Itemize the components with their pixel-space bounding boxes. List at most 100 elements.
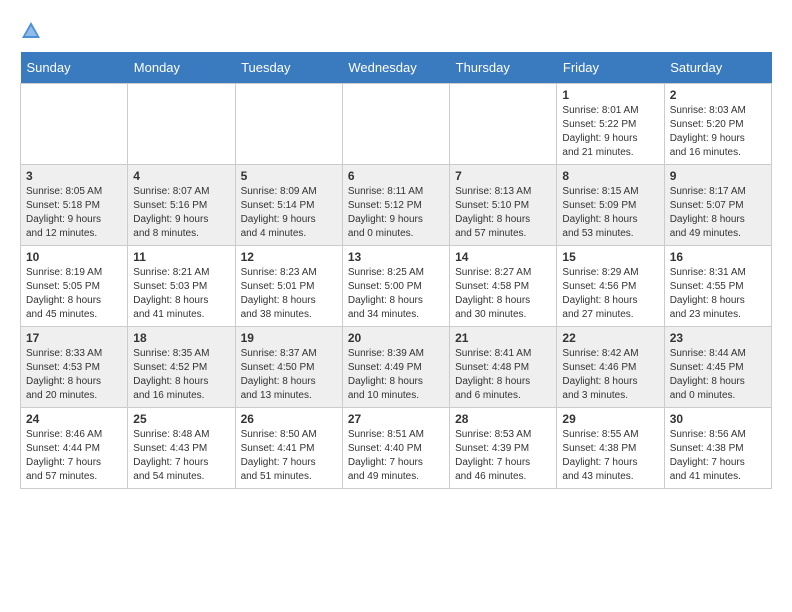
calendar-cell: 30 Sunrise: 8:56 AM Sunset: 4:38 PM Dayli… (664, 408, 771, 489)
weekday-header: Thursday (450, 52, 557, 84)
calendar-cell: 5 Sunrise: 8:09 AM Sunset: 5:14 PM Daylig… (235, 165, 342, 246)
logo-icon (20, 20, 42, 42)
calendar-cell: 22 Sunrise: 8:42 AM Sunset: 4:46 PM Dayli… (557, 327, 664, 408)
weekday-header: Wednesday (342, 52, 449, 84)
day-number: 21 (455, 331, 551, 345)
day-info: Sunrise: 8:07 AM Sunset: 5:16 PM Dayligh… (133, 185, 229, 241)
calendar-cell: 9 Sunrise: 8:17 AM Sunset: 5:07 PM Daylig… (664, 165, 771, 246)
calendar-cell: 4Sunrise: 8:07 AM Sunset: 5:16 PM Daylig… (128, 165, 235, 246)
day-number: 11 (133, 250, 229, 264)
calendar-cell: 1 Sunrise: 8:01 AM Sunset: 5:22 PM Daylig… (557, 84, 664, 165)
calendar-week-row: 10 Sunrise: 8:19 AM Sunset: 5:05 PM Dayli… (21, 246, 772, 327)
day-info: Sunrise: 8:50 AM Sunset: 4:41 PM Dayligh… (241, 428, 337, 484)
weekday-header: Tuesday (235, 52, 342, 84)
calendar-cell: 23 Sunrise: 8:44 AM Sunset: 4:45 PM Dayli… (664, 327, 771, 408)
day-number: 7 (455, 169, 551, 183)
day-number: 28 (455, 412, 551, 426)
day-info: Sunrise: 8:05 AM Sunset: 5:18 PM Dayligh… (26, 185, 122, 241)
day-info: Sunrise: 8:46 AM Sunset: 4:44 PM Dayligh… (26, 428, 122, 484)
day-number: 30 (670, 412, 766, 426)
day-info: Sunrise: 8:55 AM Sunset: 4:38 PM Dayligh… (562, 428, 658, 484)
day-info: Sunrise: 8:09 AM Sunset: 5:14 PM Dayligh… (241, 185, 337, 241)
calendar-cell: 19Sunrise: 8:37 AM Sunset: 4:50 PM Dayli… (235, 327, 342, 408)
calendar-cell: 20 Sunrise: 8:39 AM Sunset: 4:49 PM Dayli… (342, 327, 449, 408)
day-info: Sunrise: 8:19 AM Sunset: 5:05 PM Dayligh… (26, 266, 122, 322)
day-number: 27 (348, 412, 444, 426)
day-number: 3 (26, 169, 122, 183)
day-info: Sunrise: 8:42 AM Sunset: 4:46 PM Dayligh… (562, 347, 658, 403)
day-number: 10 (26, 250, 122, 264)
calendar-cell: 2 Sunrise: 8:03 AM Sunset: 5:20 PM Daylig… (664, 84, 771, 165)
calendar-cell: 11 Sunrise: 8:21 AM Sunset: 5:03 PM Dayli… (128, 246, 235, 327)
day-info: Sunrise: 8:17 AM Sunset: 5:07 PM Dayligh… (670, 185, 766, 241)
calendar-week-row: 1 Sunrise: 8:01 AM Sunset: 5:22 PM Daylig… (21, 84, 772, 165)
calendar-cell: 17Sunrise: 8:33 AM Sunset: 4:53 PM Dayli… (21, 327, 128, 408)
calendar-cell: 29Sunrise: 8:55 AM Sunset: 4:38 PM Dayli… (557, 408, 664, 489)
day-number: 1 (562, 88, 658, 102)
calendar-cell (21, 84, 128, 165)
calendar-cell: 3 Sunrise: 8:05 AM Sunset: 5:18 PM Daylig… (21, 165, 128, 246)
day-info: Sunrise: 8:51 AM Sunset: 4:40 PM Dayligh… (348, 428, 444, 484)
day-info: Sunrise: 8:01 AM Sunset: 5:22 PM Dayligh… (562, 104, 658, 160)
day-number: 16 (670, 250, 766, 264)
calendar-cell (450, 84, 557, 165)
day-number: 20 (348, 331, 444, 345)
weekday-header: Friday (557, 52, 664, 84)
day-number: 18 (133, 331, 229, 345)
page-header (20, 20, 772, 42)
calendar-cell: 8Sunrise: 8:15 AM Sunset: 5:09 PM Daylig… (557, 165, 664, 246)
day-number: 5 (241, 169, 337, 183)
calendar-cell: 13 Sunrise: 8:25 AM Sunset: 5:00 PM Dayli… (342, 246, 449, 327)
day-info: Sunrise: 8:27 AM Sunset: 4:58 PM Dayligh… (455, 266, 551, 322)
weekday-header: Saturday (664, 52, 771, 84)
day-number: 9 (670, 169, 766, 183)
day-info: Sunrise: 8:25 AM Sunset: 5:00 PM Dayligh… (348, 266, 444, 322)
calendar-cell (342, 84, 449, 165)
day-info: Sunrise: 8:11 AM Sunset: 5:12 PM Dayligh… (348, 185, 444, 241)
weekday-header: Monday (128, 52, 235, 84)
day-number: 23 (670, 331, 766, 345)
calendar-cell: 26 Sunrise: 8:50 AM Sunset: 4:41 PM Dayli… (235, 408, 342, 489)
calendar-cell: 12Sunrise: 8:23 AM Sunset: 5:01 PM Dayli… (235, 246, 342, 327)
calendar-cell: 7 Sunrise: 8:13 AM Sunset: 5:10 PM Daylig… (450, 165, 557, 246)
calendar-cell (235, 84, 342, 165)
day-number: 25 (133, 412, 229, 426)
calendar-cell: 21 Sunrise: 8:41 AM Sunset: 4:48 PM Dayli… (450, 327, 557, 408)
day-number: 12 (241, 250, 337, 264)
day-number: 2 (670, 88, 766, 102)
day-info: Sunrise: 8:44 AM Sunset: 4:45 PM Dayligh… (670, 347, 766, 403)
day-number: 26 (241, 412, 337, 426)
day-number: 24 (26, 412, 122, 426)
calendar-cell: 24 Sunrise: 8:46 AM Sunset: 4:44 PM Dayli… (21, 408, 128, 489)
day-info: Sunrise: 8:48 AM Sunset: 4:43 PM Dayligh… (133, 428, 229, 484)
day-info: Sunrise: 8:41 AM Sunset: 4:48 PM Dayligh… (455, 347, 551, 403)
day-info: Sunrise: 8:15 AM Sunset: 5:09 PM Dayligh… (562, 185, 658, 241)
calendar-week-row: 24 Sunrise: 8:46 AM Sunset: 4:44 PM Dayli… (21, 408, 772, 489)
calendar-table: SundayMondayTuesdayWednesdayThursdayFrid… (20, 52, 772, 489)
calendar-cell: 25 Sunrise: 8:48 AM Sunset: 4:43 PM Dayli… (128, 408, 235, 489)
day-number: 19 (241, 331, 337, 345)
day-info: Sunrise: 8:21 AM Sunset: 5:03 PM Dayligh… (133, 266, 229, 322)
day-info: Sunrise: 8:03 AM Sunset: 5:20 PM Dayligh… (670, 104, 766, 160)
day-info: Sunrise: 8:13 AM Sunset: 5:10 PM Dayligh… (455, 185, 551, 241)
day-number: 15 (562, 250, 658, 264)
day-info: Sunrise: 8:56 AM Sunset: 4:38 PM Dayligh… (670, 428, 766, 484)
calendar-cell: 18 Sunrise: 8:35 AM Sunset: 4:52 PM Dayli… (128, 327, 235, 408)
day-number: 22 (562, 331, 658, 345)
calendar-week-row: 3 Sunrise: 8:05 AM Sunset: 5:18 PM Daylig… (21, 165, 772, 246)
day-info: Sunrise: 8:33 AM Sunset: 4:53 PM Dayligh… (26, 347, 122, 403)
calendar-week-row: 17Sunrise: 8:33 AM Sunset: 4:53 PM Dayli… (21, 327, 772, 408)
weekday-header-row: SundayMondayTuesdayWednesdayThursdayFrid… (21, 52, 772, 84)
logo (20, 20, 46, 42)
day-number: 13 (348, 250, 444, 264)
day-info: Sunrise: 8:39 AM Sunset: 4:49 PM Dayligh… (348, 347, 444, 403)
day-number: 6 (348, 169, 444, 183)
weekday-header: Sunday (21, 52, 128, 84)
day-info: Sunrise: 8:53 AM Sunset: 4:39 PM Dayligh… (455, 428, 551, 484)
day-info: Sunrise: 8:35 AM Sunset: 4:52 PM Dayligh… (133, 347, 229, 403)
calendar-cell: 6 Sunrise: 8:11 AM Sunset: 5:12 PM Daylig… (342, 165, 449, 246)
calendar-cell: 28 Sunrise: 8:53 AM Sunset: 4:39 PM Dayli… (450, 408, 557, 489)
calendar-cell: 27 Sunrise: 8:51 AM Sunset: 4:40 PM Dayli… (342, 408, 449, 489)
calendar-cell (128, 84, 235, 165)
calendar-cell: 10 Sunrise: 8:19 AM Sunset: 5:05 PM Dayli… (21, 246, 128, 327)
